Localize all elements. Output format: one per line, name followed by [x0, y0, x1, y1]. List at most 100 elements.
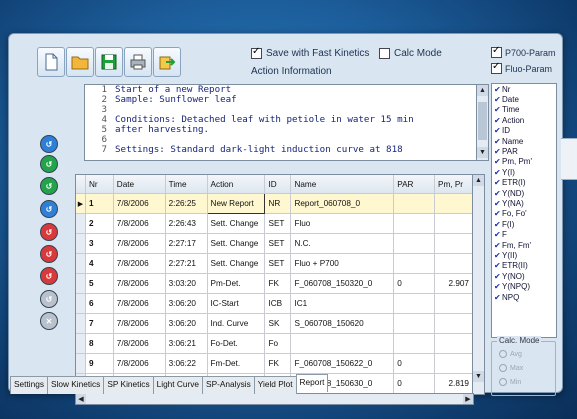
red-action-button-3[interactable]: ↺: [40, 267, 58, 285]
table-cell[interactable]: 8: [85, 333, 114, 354]
export-button[interactable]: [153, 47, 181, 77]
table-row[interactable]: 8 7/8/2006 3:06:21 Fo-Det. Fo: [76, 333, 473, 354]
table-cell[interactable]: 7/8/2006: [113, 293, 166, 314]
table-cell[interactable]: [434, 333, 473, 354]
tab-settings[interactable]: Settings: [10, 376, 48, 394]
table-cell[interactable]: 7: [85, 313, 114, 334]
print-button[interactable]: [124, 47, 152, 77]
p700-param-checkbox[interactable]: P700-Param: [491, 45, 556, 58]
table-cell[interactable]: 7/8/2006: [113, 313, 166, 334]
table-row[interactable]: 5 7/8/2006 3:03:20 Pm-Det. FK F_060708_150320…: [76, 273, 473, 294]
table-cell[interactable]: 0: [393, 353, 435, 374]
table-cell[interactable]: SET: [264, 233, 292, 254]
parameter-item[interactable]: ✔ Pm, Pm': [492, 157, 556, 167]
parameter-item[interactable]: ✔ Y(NPQ): [492, 281, 556, 291]
parameter-item[interactable]: ✔ Nr: [492, 84, 556, 94]
table-cell[interactable]: 7/8/2006: [113, 333, 166, 354]
table-cell[interactable]: [290, 333, 395, 354]
table-cell[interactable]: [393, 193, 435, 214]
column-header[interactable]: Date: [113, 175, 166, 194]
table-cell[interactable]: Ind. Curve: [207, 313, 266, 334]
parameter-item[interactable]: ✔ PAR: [492, 146, 556, 156]
parameter-item[interactable]: ✔ Y(NA): [492, 198, 556, 208]
table-cell[interactable]: 7/8/2006: [113, 253, 166, 274]
table-row[interactable]: ▶ 1 7/8/2006 2:26:25 New Report NR Report_0607…: [76, 193, 473, 214]
table-row[interactable]: 3 7/8/2006 2:27:17 Sett. Change SET N.C.: [76, 233, 473, 254]
parameter-item[interactable]: ✔ Name: [492, 136, 556, 146]
table-row[interactable]: 7 7/8/2006 3:06:20 Ind. Curve SK S_060708_150…: [76, 313, 473, 334]
column-header[interactable]: Name: [290, 175, 395, 194]
calc-min-radio[interactable]: Min: [499, 378, 521, 386]
table-cell[interactable]: 7/8/2006: [113, 273, 166, 294]
notes-scrollbar[interactable]: ▲ ▼: [476, 84, 489, 161]
table-cell[interactable]: SET: [264, 213, 292, 234]
blue-action-button-1[interactable]: ↺: [40, 135, 58, 153]
table-cell[interactable]: N.C.: [290, 233, 395, 254]
table-row[interactable]: 4 7/8/2006 2:27:21 Sett. Change SET Fluo + P7…: [76, 253, 473, 274]
table-cell[interactable]: [434, 213, 473, 234]
table-cell[interactable]: [434, 233, 473, 254]
table-cell[interactable]: ICB: [264, 293, 292, 314]
parameter-item[interactable]: ✔ Fo, Fo': [492, 209, 556, 219]
table-cell[interactable]: Fo: [264, 333, 292, 354]
table-cell[interactable]: 3: [85, 233, 114, 254]
notes-scroll-thumb[interactable]: [478, 102, 487, 140]
table-cell[interactable]: 3:06:21: [165, 333, 208, 354]
tab-yield-plot[interactable]: Yield Plot: [253, 376, 297, 394]
parameter-item[interactable]: ✔ Action: [492, 115, 556, 125]
column-header[interactable]: ID: [264, 175, 292, 194]
scroll-right-icon[interactable]: ▶: [463, 394, 473, 404]
save-button[interactable]: [95, 47, 123, 77]
table-cell[interactable]: [434, 193, 473, 214]
table-cell[interactable]: NR: [264, 193, 292, 214]
parameter-item[interactable]: ✔ Fm, Fm': [492, 240, 556, 250]
table-cell[interactable]: 4: [85, 253, 114, 274]
table-cell[interactable]: 5: [85, 273, 114, 294]
table-cell[interactable]: FK: [264, 273, 292, 294]
table-cell[interactable]: 0: [393, 273, 435, 294]
scroll-left-icon[interactable]: ◀: [76, 394, 86, 404]
table-cell[interactable]: 7/8/2006: [113, 353, 166, 374]
table-cell[interactable]: Report_060708_0: [290, 193, 395, 214]
column-header[interactable]: Nr: [85, 175, 114, 194]
table-cell[interactable]: 3:06:20: [165, 313, 208, 334]
table-cell[interactable]: [393, 333, 435, 354]
table-cell[interactable]: 7/8/2006: [113, 233, 166, 254]
table-cell[interactable]: 1: [85, 193, 114, 214]
scroll-down-icon[interactable]: ▼: [477, 147, 488, 158]
table-cell[interactable]: Fo-Det.: [207, 333, 266, 354]
table-cell[interactable]: [434, 353, 473, 374]
parameter-item[interactable]: ✔ F(I): [492, 219, 556, 229]
parameter-item[interactable]: ✔ F: [492, 229, 556, 239]
tab-slow-kinetics[interactable]: Slow Kinetics: [46, 376, 105, 394]
gray-action-button-1[interactable]: ↺: [40, 290, 58, 308]
table-cell[interactable]: Fluo + P700: [290, 253, 395, 274]
table-cell[interactable]: Fluo: [290, 213, 395, 234]
table-row[interactable]: 6 7/8/2006 3:06:20 IC-Start ICB IC1: [76, 293, 473, 314]
table-cell[interactable]: Pm-Det.: [207, 273, 266, 294]
parameter-item[interactable]: ✔ ETR(I): [492, 178, 556, 188]
green-action-button-2[interactable]: ↺: [40, 177, 58, 195]
table-cell[interactable]: New Report: [206, 193, 266, 214]
table-cell[interactable]: 2.819: [434, 373, 473, 394]
table-cell[interactable]: 7/8/2006: [113, 213, 166, 234]
table-cell[interactable]: [393, 233, 435, 254]
calc-mode-checkbox[interactable]: Calc Mode: [379, 48, 442, 59]
blue-action-button-2[interactable]: ↺: [40, 200, 58, 218]
table-cell[interactable]: [393, 293, 435, 314]
side-panel-tab[interactable]: [561, 138, 577, 180]
table-cell[interactable]: SET: [264, 253, 292, 274]
table-cell[interactable]: 3:06:22: [165, 353, 208, 374]
column-header[interactable]: Action: [207, 175, 266, 194]
table-cell[interactable]: 2:27:21: [165, 253, 208, 274]
red-action-button-2[interactable]: ↺: [40, 245, 58, 263]
table-cell[interactable]: 2:26:25: [165, 193, 208, 214]
calc-avg-radio[interactable]: Avg: [499, 350, 522, 358]
tab-sp-analysis[interactable]: SP-Analysis: [202, 376, 255, 394]
table-cell[interactable]: 2.907: [434, 273, 473, 294]
parameter-item[interactable]: ✔ ID: [492, 126, 556, 136]
tab-report[interactable]: Report: [295, 374, 329, 392]
table-cell[interactable]: [434, 253, 473, 274]
table-cell[interactable]: IC-Start: [207, 293, 266, 314]
parameter-list[interactable]: ✔ Nr ✔ Date ✔ Time ✔ Action ✔ ID ✔ Name ✔ PAR ✔ Pm, Pm'…: [491, 83, 557, 338]
